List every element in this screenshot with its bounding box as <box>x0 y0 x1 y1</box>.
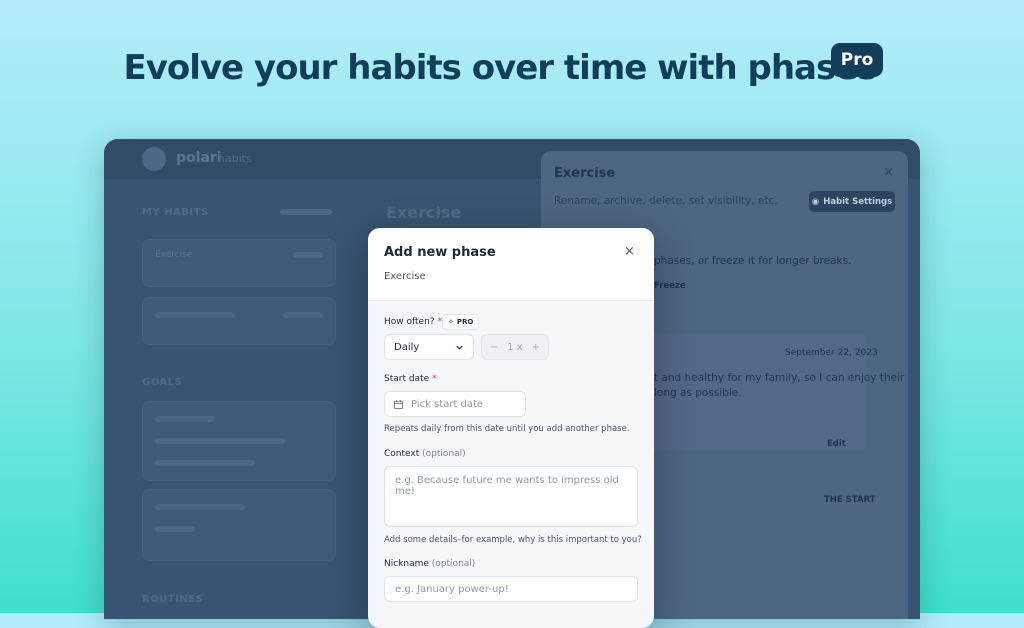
context-label: Context (optional) <box>384 449 466 459</box>
nickname-label: Nickname (optional) <box>384 559 476 569</box>
stepper-value: 1 x <box>507 341 523 353</box>
chevron-down-icon <box>456 345 463 350</box>
sidebar-heading-action[interactable] <box>280 209 332 215</box>
sidebar-section-heading: ROUTINES <box>142 594 204 605</box>
how-often-label: How often? * <box>384 317 443 327</box>
panel-title: Exercise <box>554 166 616 181</box>
frequency-select[interactable]: Daily <box>384 334 474 360</box>
context-hint: Add some details–for example, why is thi… <box>384 535 642 545</box>
sidebar-habit-label: Exercise <box>155 250 193 260</box>
sidebar-section-heading: GOALS <box>142 377 183 388</box>
goal-line <box>155 416 215 422</box>
add-phase-modal: Add new phase Exercise × How often? * ✧ P… <box>368 228 654 628</box>
logo-text: polari <box>176 150 222 166</box>
panel-description: Rename, archive, delete, set visibility,… <box>554 195 778 207</box>
modal-title: Add new phase <box>384 245 496 260</box>
note-date: September 22, 2023 <box>785 348 878 358</box>
stepper-minus-button[interactable]: − <box>490 342 498 353</box>
edit-button[interactable]: Edit <box>827 439 846 449</box>
habit-settings-label: Habit Settings <box>823 196 893 207</box>
phases-text: phases, or freeze it for longer breaks. <box>654 255 852 267</box>
calendar-icon <box>393 399 404 409</box>
sidebar-habit-placeholder <box>155 312 235 318</box>
freeze-link[interactable]: Freeze <box>654 281 686 291</box>
main-title: Exercise <box>386 203 462 222</box>
the-start-label: THE START <box>824 495 876 505</box>
modal-subtitle: Exercise <box>384 271 426 282</box>
nickname-input[interactable]: e.g. January power-up! <box>384 576 638 602</box>
stepper-plus-button[interactable]: + <box>532 342 540 353</box>
times-stepper[interactable]: − 1 x + <box>481 334 549 360</box>
modal-header: Add new phase Exercise × <box>368 228 654 301</box>
start-date-hint: Repeats daily from this date until you a… <box>384 424 630 434</box>
note-line: long as possible. <box>654 387 742 399</box>
panel-close-icon[interactable]: × <box>883 165 894 180</box>
eye-icon: ◉ <box>811 196 820 207</box>
goal-card[interactable] <box>142 489 336 561</box>
logo-subtext: habits <box>218 152 252 165</box>
goal-line <box>155 526 195 532</box>
context-textarea[interactable]: e.g. Because future me wants to impress … <box>384 466 638 527</box>
start-date-label: Start date * <box>384 374 437 384</box>
pro-badge: Pro <box>831 43 883 77</box>
sidebar-habit-meta <box>283 312 323 318</box>
habit-settings-button[interactable]: ◉ Habit Settings <box>809 191 895 212</box>
logo-icon <box>142 147 166 171</box>
goal-line <box>155 460 255 466</box>
sparkle-icon: ✧ <box>448 318 454 326</box>
sidebar-habit-meta <box>293 252 323 258</box>
start-date-picker[interactable]: Pick start date <box>384 391 526 417</box>
goal-card[interactable] <box>142 401 336 481</box>
sidebar-habit-card[interactable]: Exercise <box>142 239 336 287</box>
goal-line <box>155 438 285 444</box>
goal-line <box>155 504 245 510</box>
sidebar-habit-card[interactable] <box>142 297 336 345</box>
sidebar-heading: MY HABITS <box>142 207 209 218</box>
close-icon[interactable]: × <box>624 244 635 259</box>
pro-tag: ✧ PRO <box>442 314 480 330</box>
note-line: t and healthy for my family, so I can en… <box>654 372 905 384</box>
